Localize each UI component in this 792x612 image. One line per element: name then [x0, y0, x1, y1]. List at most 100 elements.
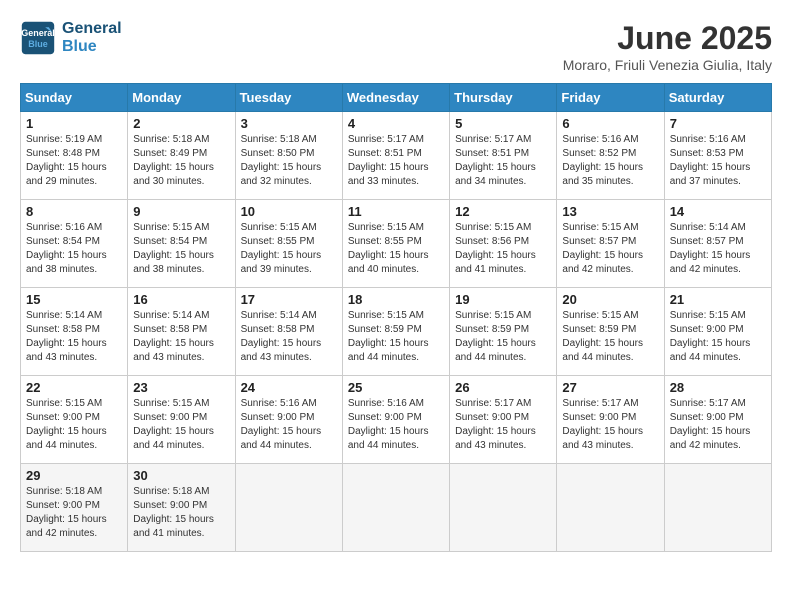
day-number: 13 [562, 204, 658, 219]
day-info: Sunrise: 5:17 AMSunset: 8:51 PMDaylight:… [455, 133, 551, 189]
day-number: 3 [241, 116, 337, 131]
calendar-cell: 27 Sunrise: 5:17 AMSunset: 9:00 PMDayligh… [557, 376, 664, 464]
day-number: 4 [348, 116, 444, 131]
calendar-cell: 3Sunrise: 5:18 AMSunset: 8:50 PMDaylight… [235, 112, 342, 200]
day-number: 17 [241, 292, 337, 307]
day-info: Sunrise: 5:15 AMSunset: 8:59 PMDaylight:… [348, 309, 444, 365]
calendar-cell: 19 Sunrise: 5:15 AMSunset: 8:59 PMDayligh… [450, 288, 557, 376]
calendar-cell: 9 Sunrise: 5:15 AMSunset: 8:54 PMDaylight… [128, 200, 235, 288]
day-number: 18 [348, 292, 444, 307]
day-info: Sunrise: 5:14 AMSunset: 8:58 PMDaylight:… [241, 309, 337, 365]
calendar-cell: 4 Sunrise: 5:17 AMSunset: 8:51 PMDaylight… [342, 112, 449, 200]
day-info: Sunrise: 5:16 AMSunset: 9:00 PMDaylight:… [241, 397, 337, 453]
day-info: Sunrise: 5:18 AMSunset: 9:00 PMDaylight:… [26, 485, 122, 541]
day-number: 23 [133, 380, 229, 395]
calendar-cell: 13 Sunrise: 5:15 AMSunset: 8:57 PMDayligh… [557, 200, 664, 288]
day-number: 14 [670, 204, 766, 219]
day-number: 19 [455, 292, 551, 307]
calendar-cell: 7 Sunrise: 5:16 AMSunset: 8:53 PMDaylight… [664, 112, 771, 200]
day-info: Sunrise: 5:15 AMSunset: 9:00 PMDaylight:… [133, 397, 229, 453]
calendar-cell: 29 Sunrise: 5:18 AMSunset: 9:00 PMDayligh… [21, 464, 128, 552]
calendar-cell: 16 Sunrise: 5:14 AMSunset: 8:58 PMDayligh… [128, 288, 235, 376]
calendar-table: SundayMondayTuesdayWednesdayThursdayFrid… [20, 83, 772, 552]
calendar-week-row: 29 Sunrise: 5:18 AMSunset: 9:00 PMDayligh… [21, 464, 772, 552]
day-info: Sunrise: 5:16 AMSunset: 8:54 PMDaylight:… [26, 221, 122, 277]
calendar-cell: 20Sunrise: 5:15 AMSunset: 8:59 PMDayligh… [557, 288, 664, 376]
calendar-cell: 24Sunrise: 5:16 AMSunset: 9:00 PMDayligh… [235, 376, 342, 464]
calendar-cell [235, 464, 342, 552]
calendar-cell: 11 Sunrise: 5:15 AMSunset: 8:55 PMDayligh… [342, 200, 449, 288]
calendar-week-row: 15Sunrise: 5:14 AMSunset: 8:58 PMDayligh… [21, 288, 772, 376]
day-info: Sunrise: 5:17 AMSunset: 9:00 PMDaylight:… [455, 397, 551, 453]
day-info: Sunrise: 5:14 AMSunset: 8:58 PMDaylight:… [133, 309, 229, 365]
day-number: 22 [26, 380, 122, 395]
header-day: Monday [128, 84, 235, 112]
location-title: Moraro, Friuli Venezia Giulia, Italy [563, 57, 772, 73]
day-info: Sunrise: 5:14 AMSunset: 8:57 PMDaylight:… [670, 221, 766, 277]
day-number: 16 [133, 292, 229, 307]
day-info: Sunrise: 5:15 AMSunset: 9:00 PMDaylight:… [26, 397, 122, 453]
day-info: Sunrise: 5:15 AMSunset: 8:55 PMDaylight:… [241, 221, 337, 277]
day-number: 1 [26, 116, 122, 131]
day-number: 20 [562, 292, 658, 307]
calendar-cell: 15Sunrise: 5:14 AMSunset: 8:58 PMDayligh… [21, 288, 128, 376]
header: General Blue General Blue June 2025 Mora… [20, 20, 772, 73]
header-day: Thursday [450, 84, 557, 112]
day-info: Sunrise: 5:16 AMSunset: 8:52 PMDaylight:… [562, 133, 658, 189]
day-info: Sunrise: 5:15 AMSunset: 8:56 PMDaylight:… [455, 221, 551, 277]
calendar-cell [664, 464, 771, 552]
day-info: Sunrise: 5:15 AMSunset: 9:00 PMDaylight:… [670, 309, 766, 365]
header-day: Wednesday [342, 84, 449, 112]
calendar-cell: 12 Sunrise: 5:15 AMSunset: 8:56 PMDayligh… [450, 200, 557, 288]
calendar-cell: 28 Sunrise: 5:17 AMSunset: 9:00 PMDayligh… [664, 376, 771, 464]
calendar-cell: 1 Sunrise: 5:19 AMSunset: 8:48 PMDaylight… [21, 112, 128, 200]
day-number: 10 [241, 204, 337, 219]
day-number: 11 [348, 204, 444, 219]
day-info: Sunrise: 5:18 AMSunset: 9:00 PMDaylight:… [133, 485, 229, 541]
calendar-cell: 8Sunrise: 5:16 AMSunset: 8:54 PMDaylight… [21, 200, 128, 288]
day-number: 28 [670, 380, 766, 395]
calendar-cell: 21 Sunrise: 5:15 AMSunset: 9:00 PMDayligh… [664, 288, 771, 376]
day-info: Sunrise: 5:17 AMSunset: 8:51 PMDaylight:… [348, 133, 444, 189]
calendar-cell: 22 Sunrise: 5:15 AMSunset: 9:00 PMDayligh… [21, 376, 128, 464]
day-number: 21 [670, 292, 766, 307]
day-info: Sunrise: 5:14 AMSunset: 8:58 PMDaylight:… [26, 309, 122, 365]
day-number: 26 [455, 380, 551, 395]
logo-icon: General Blue [20, 20, 56, 56]
header-day: Tuesday [235, 84, 342, 112]
day-number: 9 [133, 204, 229, 219]
day-number: 12 [455, 204, 551, 219]
svg-text:Blue: Blue [28, 39, 48, 49]
calendar-cell: 23 Sunrise: 5:15 AMSunset: 9:00 PMDayligh… [128, 376, 235, 464]
day-info: Sunrise: 5:15 AMSunset: 8:55 PMDaylight:… [348, 221, 444, 277]
day-number: 6 [562, 116, 658, 131]
day-number: 7 [670, 116, 766, 131]
day-info: Sunrise: 5:16 AMSunset: 8:53 PMDaylight:… [670, 133, 766, 189]
day-info: Sunrise: 5:17 AMSunset: 9:00 PMDaylight:… [670, 397, 766, 453]
day-number: 29 [26, 468, 122, 483]
calendar-cell: 2Sunrise: 5:18 AMSunset: 8:49 PMDaylight… [128, 112, 235, 200]
day-number: 27 [562, 380, 658, 395]
header-day: Sunday [21, 84, 128, 112]
header-row: SundayMondayTuesdayWednesdayThursdayFrid… [21, 84, 772, 112]
day-info: Sunrise: 5:19 AMSunset: 8:48 PMDaylight:… [26, 133, 122, 189]
title-area: June 2025 Moraro, Friuli Venezia Giulia,… [563, 20, 772, 73]
day-info: Sunrise: 5:15 AMSunset: 8:59 PMDaylight:… [455, 309, 551, 365]
day-info: Sunrise: 5:15 AMSunset: 8:57 PMDaylight:… [562, 221, 658, 277]
day-info: Sunrise: 5:17 AMSunset: 9:00 PMDaylight:… [562, 397, 658, 453]
calendar-cell: 10 Sunrise: 5:15 AMSunset: 8:55 PMDayligh… [235, 200, 342, 288]
header-day: Saturday [664, 84, 771, 112]
calendar-cell: 5Sunrise: 5:17 AMSunset: 8:51 PMDaylight… [450, 112, 557, 200]
calendar-cell [557, 464, 664, 552]
calendar-cell: 17 Sunrise: 5:14 AMSunset: 8:58 PMDayligh… [235, 288, 342, 376]
logo-text: General Blue [62, 20, 122, 56]
calendar-cell: 14 Sunrise: 5:14 AMSunset: 8:57 PMDayligh… [664, 200, 771, 288]
calendar-cell [450, 464, 557, 552]
calendar-cell: 30Sunrise: 5:18 AMSunset: 9:00 PMDayligh… [128, 464, 235, 552]
calendar-cell: 6 Sunrise: 5:16 AMSunset: 8:52 PMDaylight… [557, 112, 664, 200]
calendar-week-row: 22 Sunrise: 5:15 AMSunset: 9:00 PMDayligh… [21, 376, 772, 464]
calendar-cell [342, 464, 449, 552]
month-title: June 2025 [563, 20, 772, 57]
day-info: Sunrise: 5:16 AMSunset: 9:00 PMDaylight:… [348, 397, 444, 453]
day-info: Sunrise: 5:15 AMSunset: 8:54 PMDaylight:… [133, 221, 229, 277]
